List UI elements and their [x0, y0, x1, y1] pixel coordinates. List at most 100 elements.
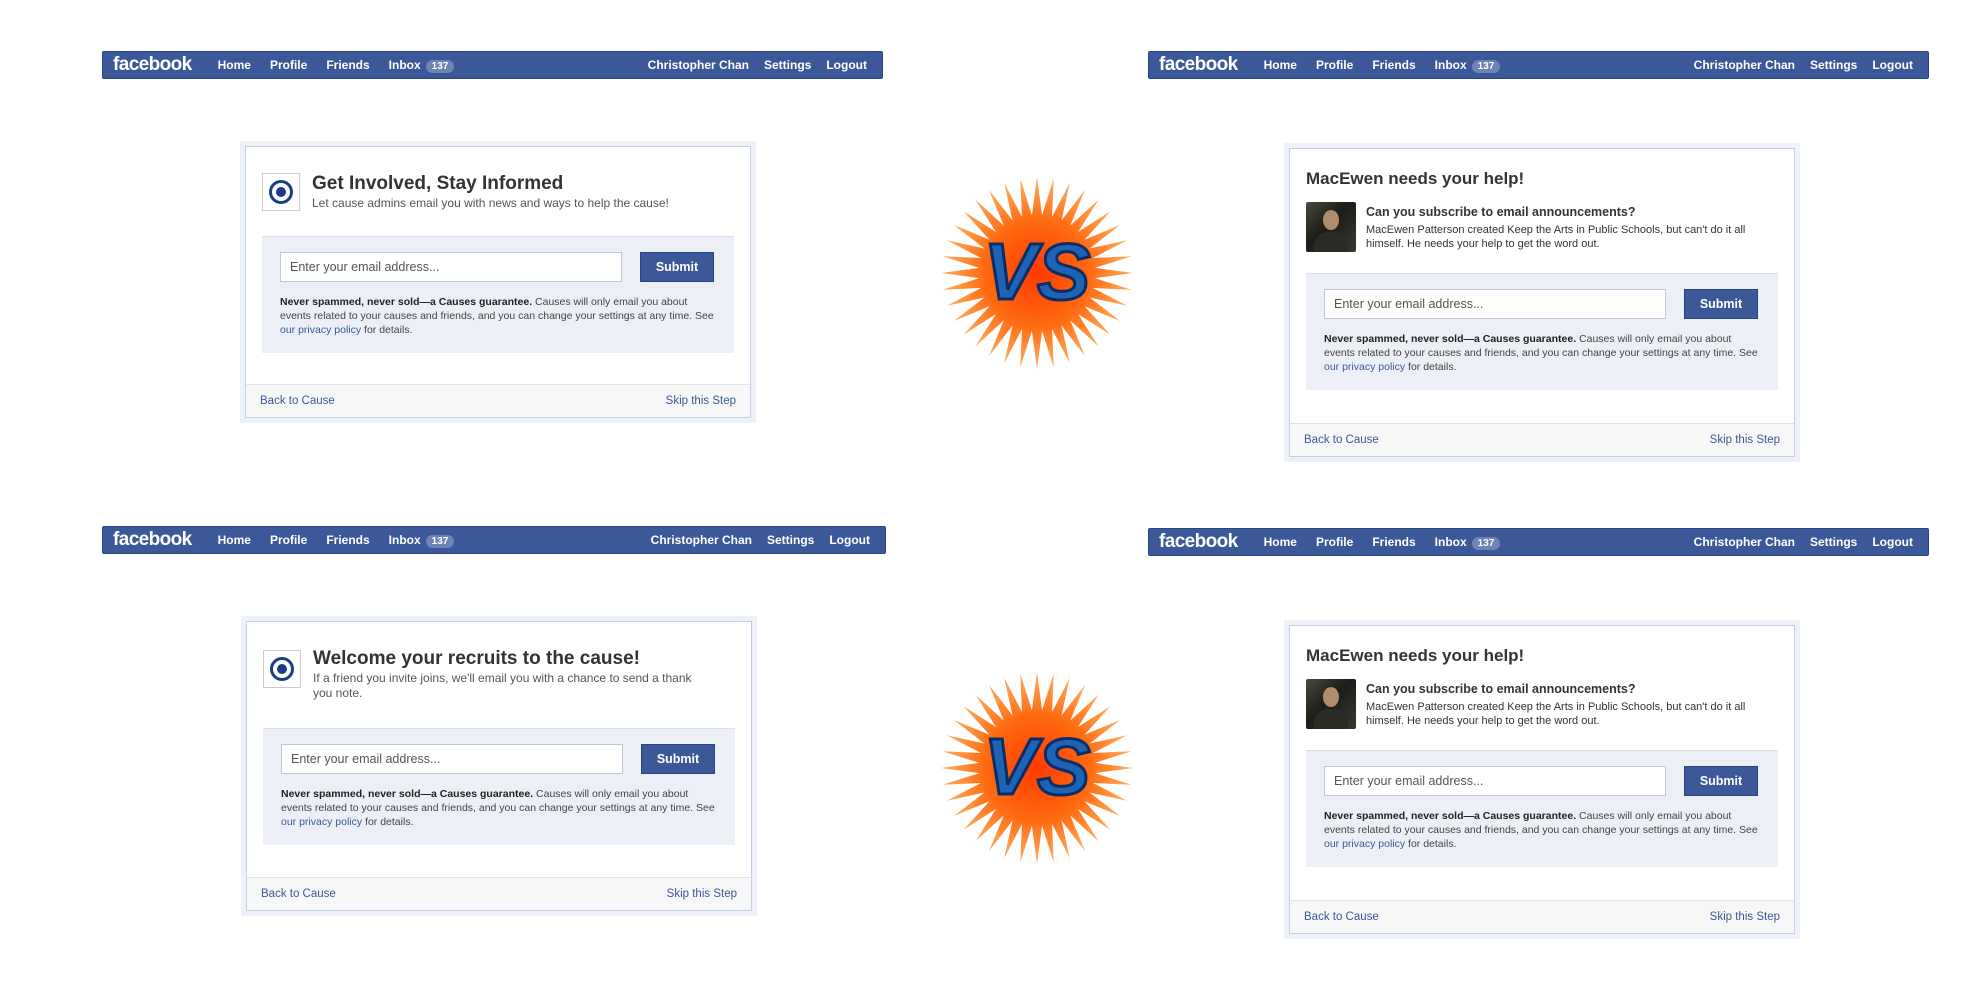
nav-inbox[interactable]: Inbox 137 — [389, 533, 455, 548]
skip-step-link[interactable]: Skip this Step — [666, 395, 736, 407]
nav-home[interactable]: Home — [1264, 58, 1297, 72]
email-signup-dialog: Welcome your recruits to the cause! If a… — [246, 621, 752, 911]
nav-inbox-label: Inbox — [388, 57, 421, 72]
facebook-top-bar: facebook Home Profile Friends Inbox 137 C… — [102, 51, 883, 79]
nav-profile[interactable]: Profile — [1316, 535, 1353, 549]
nav-inbox[interactable]: Inbox 137 — [1435, 535, 1501, 550]
subscribe-question: Can you subscribe to email announcements… — [1366, 682, 1636, 696]
skip-step-link[interactable]: Skip this Step — [1710, 911, 1780, 923]
facebook-top-bar: facebook Home Profile Friends Inbox 137 C… — [102, 526, 886, 554]
nav-home[interactable]: Home — [218, 533, 251, 547]
back-to-cause-link[interactable]: Back to Cause — [1304, 434, 1379, 446]
facebook-logo[interactable]: facebook — [113, 529, 192, 551]
guarantee-headline: Never spammed, never sold—a Causes guara… — [280, 296, 533, 308]
nav-home[interactable]: Home — [218, 58, 251, 72]
nav-settings[interactable]: Settings — [764, 58, 811, 72]
nav-logout[interactable]: Logout — [826, 58, 867, 72]
nav-friends[interactable]: Friends — [1372, 535, 1415, 549]
facebook-top-bar: facebook Home Profile Friends Inbox 137 C… — [1148, 528, 1929, 556]
nav-user-name[interactable]: Christopher Chan — [651, 533, 752, 547]
admin-profile-photo — [1306, 679, 1356, 729]
privacy-policy-link[interactable]: our privacy policy — [1324, 361, 1405, 373]
nav-profile[interactable]: Profile — [270, 533, 307, 547]
inbox-count-badge: 137 — [425, 534, 455, 548]
dialog-title: MacEwen needs your help! — [1306, 646, 1525, 665]
nav-profile[interactable]: Profile — [270, 58, 307, 72]
nav-inbox-label: Inbox — [1434, 57, 1467, 72]
dialog-footer: Back to Cause Skip this Step — [246, 384, 750, 417]
facebook-logo[interactable]: facebook — [1159, 54, 1238, 76]
nav-home[interactable]: Home — [1264, 535, 1297, 549]
nav-inbox[interactable]: Inbox 137 — [1435, 58, 1501, 73]
email-signup-dialog: MacEwen needs your help! Can you subscri… — [1289, 625, 1795, 934]
back-to-cause-link[interactable]: Back to Cause — [260, 395, 335, 407]
nav-logout[interactable]: Logout — [829, 533, 870, 547]
email-signup-dialog: MacEwen needs your help! Can you subscri… — [1289, 148, 1795, 457]
nav-friends[interactable]: Friends — [1372, 58, 1415, 72]
nav-inbox-label: Inbox — [388, 532, 421, 547]
nav-profile[interactable]: Profile — [1316, 58, 1353, 72]
submit-button[interactable]: Submit — [640, 252, 714, 282]
dialog-title: MacEwen needs your help! — [1306, 169, 1525, 188]
nav-user-name[interactable]: Christopher Chan — [648, 58, 749, 72]
nav-logout[interactable]: Logout — [1872, 535, 1913, 549]
dialog-subtitle: If a friend you invite joins, we'll emai… — [313, 671, 692, 700]
nav-settings[interactable]: Settings — [1810, 58, 1857, 72]
admin-request-text: MacEwen Patterson created Keep the Arts … — [1366, 224, 1746, 250]
facebook-top-bar: facebook Home Profile Friends Inbox 137 C… — [1148, 51, 1929, 79]
privacy-policy-link[interactable]: our privacy policy — [281, 816, 362, 828]
dialog-footer: Back to Cause Skip this Step — [1290, 423, 1794, 456]
guarantee-end: for details. — [362, 816, 414, 828]
email-form-area: Enter your email address... Submit Never… — [1306, 273, 1778, 390]
guarantee-end: for details. — [1405, 838, 1457, 850]
privacy-policy-link[interactable]: our privacy policy — [1324, 838, 1405, 850]
email-form-area: Enter your email address... Submit Never… — [1306, 750, 1778, 867]
nav-user-name[interactable]: Christopher Chan — [1694, 535, 1795, 549]
inbox-count-badge: 137 — [1471, 59, 1501, 73]
back-to-cause-link[interactable]: Back to Cause — [1304, 911, 1379, 923]
inbox-count-badge: 137 — [425, 59, 455, 73]
email-input[interactable]: Enter your email address... — [281, 744, 623, 774]
nav-inbox-label: Inbox — [1434, 534, 1467, 549]
guarantee-headline: Never spammed, never sold—a Causes guara… — [1324, 810, 1577, 822]
cause-logo-icon — [262, 173, 300, 211]
admin-request-text: MacEwen Patterson created Keep the Arts … — [1366, 701, 1746, 727]
submit-button[interactable]: Submit — [1684, 766, 1758, 796]
email-form-area: Enter your email address... Submit Never… — [262, 236, 734, 353]
vs-label: VS — [984, 227, 1091, 316]
dialog-title: Welcome your recruits to the cause! — [313, 648, 640, 669]
vs-burst-bottom: VS — [941, 672, 1133, 864]
privacy-policy-link[interactable]: our privacy policy — [280, 324, 361, 336]
facebook-logo[interactable]: facebook — [113, 54, 192, 76]
email-input[interactable]: Enter your email address... — [1324, 766, 1666, 796]
nav-user-name[interactable]: Christopher Chan — [1694, 58, 1795, 72]
guarantee-end: for details. — [361, 324, 413, 336]
skip-step-link[interactable]: Skip this Step — [667, 888, 737, 900]
skip-step-link[interactable]: Skip this Step — [1710, 434, 1780, 446]
email-signup-dialog: Get Involved, Stay Informed Let cause ad… — [245, 146, 751, 418]
nav-friends[interactable]: Friends — [326, 58, 369, 72]
nav-settings[interactable]: Settings — [767, 533, 814, 547]
nav-logout[interactable]: Logout — [1872, 58, 1913, 72]
nav-inbox[interactable]: Inbox 137 — [389, 58, 455, 73]
dialog-subtitle: Let cause admins email you with news and… — [312, 196, 669, 210]
submit-button[interactable]: Submit — [1684, 289, 1758, 319]
vs-burst-top: VS — [941, 177, 1133, 369]
guarantee-headline: Never spammed, never sold—a Causes guara… — [1324, 333, 1577, 345]
privacy-guarantee-text: Never spammed, never sold—a Causes guara… — [1324, 809, 1759, 851]
dialog-footer: Back to Cause Skip this Step — [247, 877, 751, 910]
email-form-area: Enter your email address... Submit Never… — [263, 728, 735, 845]
email-input[interactable]: Enter your email address... — [1324, 289, 1666, 319]
inbox-count-badge: 137 — [1471, 536, 1501, 550]
privacy-guarantee-text: Never spammed, never sold—a Causes guara… — [280, 295, 715, 337]
dialog-footer: Back to Cause Skip this Step — [1290, 900, 1794, 933]
nav-friends[interactable]: Friends — [326, 533, 369, 547]
back-to-cause-link[interactable]: Back to Cause — [261, 888, 336, 900]
guarantee-headline: Never spammed, never sold—a Causes guara… — [281, 788, 534, 800]
privacy-guarantee-text: Never spammed, never sold—a Causes guara… — [281, 787, 716, 829]
submit-button[interactable]: Submit — [641, 744, 715, 774]
facebook-logo[interactable]: facebook — [1159, 531, 1238, 553]
email-input[interactable]: Enter your email address... — [280, 252, 622, 282]
nav-settings[interactable]: Settings — [1810, 535, 1857, 549]
cause-logo-icon — [263, 650, 301, 688]
